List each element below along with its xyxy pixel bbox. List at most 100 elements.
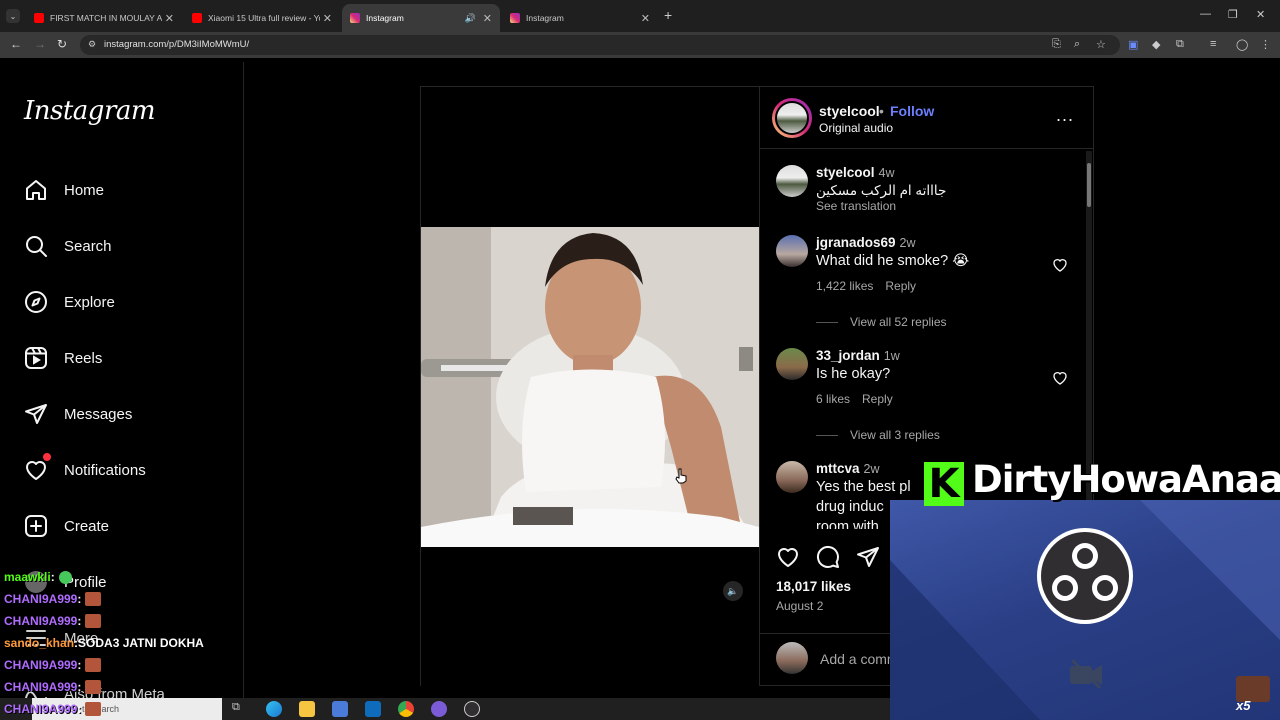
likes-count[interactable]: 18,017 likes (776, 579, 851, 594)
author-avatar[interactable] (775, 101, 809, 135)
browser-tab-1[interactable]: FIRST MATCH IN MOULAY ABD ✕ (26, 4, 182, 32)
notification-badge (43, 453, 51, 461)
browser-tab-4[interactable]: Instagram ✕ (502, 4, 658, 32)
view-replies-link[interactable]: View all 3 replies (816, 428, 940, 442)
compass-icon (24, 290, 48, 314)
tab-close-icon[interactable]: ✕ (483, 12, 492, 25)
chat-username: CHANI9A999 (4, 680, 78, 694)
mute-speaker-icon[interactable]: 🔈 (723, 581, 743, 601)
like-comment-heart-icon[interactable] (1052, 257, 1068, 273)
chat-message: CHANI9A999 : (4, 614, 102, 628)
tab-close-icon[interactable]: ✕ (323, 12, 332, 25)
comment-meta: 6 likes Reply (816, 392, 905, 406)
extensions-puzzle-icon[interactable]: ⧉ (1176, 38, 1184, 51)
comment-username[interactable]: jgranados69 2w (816, 235, 916, 250)
reload-icon[interactable]: ↻ (57, 37, 67, 51)
install-app-icon[interactable]: ⎘ (1052, 38, 1061, 51)
chat-username: maawkli (4, 570, 51, 584)
tab-search-button[interactable]: ⌄ (6, 9, 20, 23)
translate-extension-icon[interactable]: ▣ (1128, 38, 1138, 51)
tab-close-icon[interactable]: ✕ (165, 12, 174, 25)
stream-chat-overlay: maawkli : CHANI9A999 : CHANI9A999 : sand… (4, 566, 244, 716)
comment-likes[interactable]: 6 likes (816, 392, 850, 406)
author-username[interactable]: styelcool (819, 103, 880, 119)
browser-tab-3-active[interactable]: Instagram 🔊 ✕ (342, 4, 500, 32)
search-icon (24, 234, 48, 258)
forward-arrow-icon[interactable]: → (34, 37, 46, 51)
reply-link[interactable]: Reply (885, 279, 916, 293)
sidebar-item-home[interactable]: Home (24, 175, 104, 205)
reply-link[interactable]: Reply (862, 392, 893, 406)
sidebar-item-label: Explore (64, 293, 115, 311)
sidebar-item-notifications[interactable]: Notifications (24, 455, 146, 485)
like-heart-icon[interactable] (776, 545, 800, 569)
comment-bubble-icon[interactable] (816, 545, 840, 569)
follow-separator: • (879, 103, 884, 119)
comment-text-line-3: room with (816, 519, 879, 529)
emote-icon (85, 680, 102, 694)
post-date: August 2 (776, 599, 824, 613)
commenter-avatar[interactable] (776, 461, 808, 493)
restore-icon[interactable]: ❐ (1228, 8, 1238, 21)
comments-scrollbar-thumb[interactable] (1087, 163, 1091, 207)
like-comment-heart-icon[interactable] (1052, 370, 1068, 386)
address-bar[interactable]: ⚙ instagram.com/p/DM3iIMoMWmU/ ⎘ ⌕ ☆ (80, 35, 1120, 55)
obs-taskbar-icon[interactable] (464, 701, 480, 717)
sidebar-item-create[interactable]: Create (24, 511, 109, 541)
heart-icon (24, 458, 48, 482)
tab-audio-icon[interactable]: 🔊 (465, 13, 476, 24)
commenter-avatar[interactable] (776, 235, 808, 267)
comment-username[interactable]: mttcva 2w (816, 461, 880, 476)
paper-plane-icon (24, 402, 48, 426)
zoom-icon[interactable]: ⌕ (1074, 38, 1080, 51)
comment-username[interactable]: styelcool 4w (816, 165, 895, 180)
store-icon[interactable] (332, 701, 348, 717)
task-view-icon[interactable]: ⧉ (232, 701, 248, 717)
edge-browser-icon[interactable] (266, 701, 282, 717)
media-control-icon[interactable]: ≡ (1210, 38, 1216, 50)
comment-text: Yes the best pl (816, 479, 911, 495)
browser-tab-2[interactable]: Xiaomi 15 Ultra full review - Yo ✕ (184, 4, 340, 32)
discord-icon[interactable] (431, 701, 447, 717)
multiplier-label: x5 (1236, 698, 1251, 713)
comment-username[interactable]: 33_jordan 1w (816, 348, 900, 363)
site-info-icon[interactable]: ⚙ (88, 39, 96, 50)
tab-close-icon[interactable]: ✕ (641, 12, 650, 25)
post-media[interactable]: 🔈 (421, 87, 759, 687)
sidebar-item-search[interactable]: Search (24, 231, 112, 261)
follow-button[interactable]: Follow (890, 103, 934, 119)
audio-link[interactable]: Original audio (819, 121, 893, 135)
comment-text: جاااته ام الركب مسكين (816, 183, 947, 198)
sidebar-item-reels[interactable]: Reels (24, 343, 102, 373)
outlook-icon[interactable] (365, 701, 381, 717)
share-paper-plane-icon[interactable] (856, 545, 880, 569)
commenter-avatar[interactable] (776, 348, 808, 380)
post-header: styelcool • Follow Original audio ... (760, 87, 1094, 149)
minimize-icon[interactable]: — (1200, 8, 1211, 20)
sidebar-item-label: Reels (64, 349, 103, 367)
file-explorer-icon[interactable] (299, 701, 315, 717)
sidebar-item-messages[interactable]: Messages (24, 399, 132, 429)
chat-message: CHANI9A999 : (4, 592, 102, 606)
plus-square-icon (24, 514, 48, 538)
chrome-icon[interactable] (398, 701, 414, 717)
sidebar-item-explore[interactable]: Explore (24, 287, 115, 317)
browser-menu-icon[interactable]: ⋮ (1260, 38, 1271, 51)
see-translation-link[interactable]: See translation (816, 199, 908, 213)
comment-likes[interactable]: 1,422 likes (816, 279, 873, 293)
reel-video[interactable] (421, 227, 759, 547)
chat-username: CHANI9A999 (4, 592, 78, 606)
new-tab-icon[interactable]: + (664, 7, 672, 23)
view-replies-link[interactable]: View all 52 replies (816, 315, 947, 329)
more-options-icon[interactable]: ... (1056, 105, 1074, 126)
comment-text: Is he okay? (816, 366, 891, 382)
instagram-logo[interactable]: Instagram (24, 96, 156, 126)
back-arrow-icon[interactable]: ← (10, 37, 22, 51)
bookmark-star-icon[interactable]: ☆ (1096, 38, 1106, 51)
extension-diamond-icon[interactable]: ◆ (1152, 38, 1160, 51)
chat-message: CHANI9A999 : (4, 702, 102, 716)
commenter-avatar[interactable] (776, 165, 808, 197)
close-window-icon[interactable]: ✕ (1256, 8, 1265, 21)
profile-icon[interactable]: ◯ (1236, 38, 1248, 51)
instagram-favicon-icon (510, 13, 520, 23)
